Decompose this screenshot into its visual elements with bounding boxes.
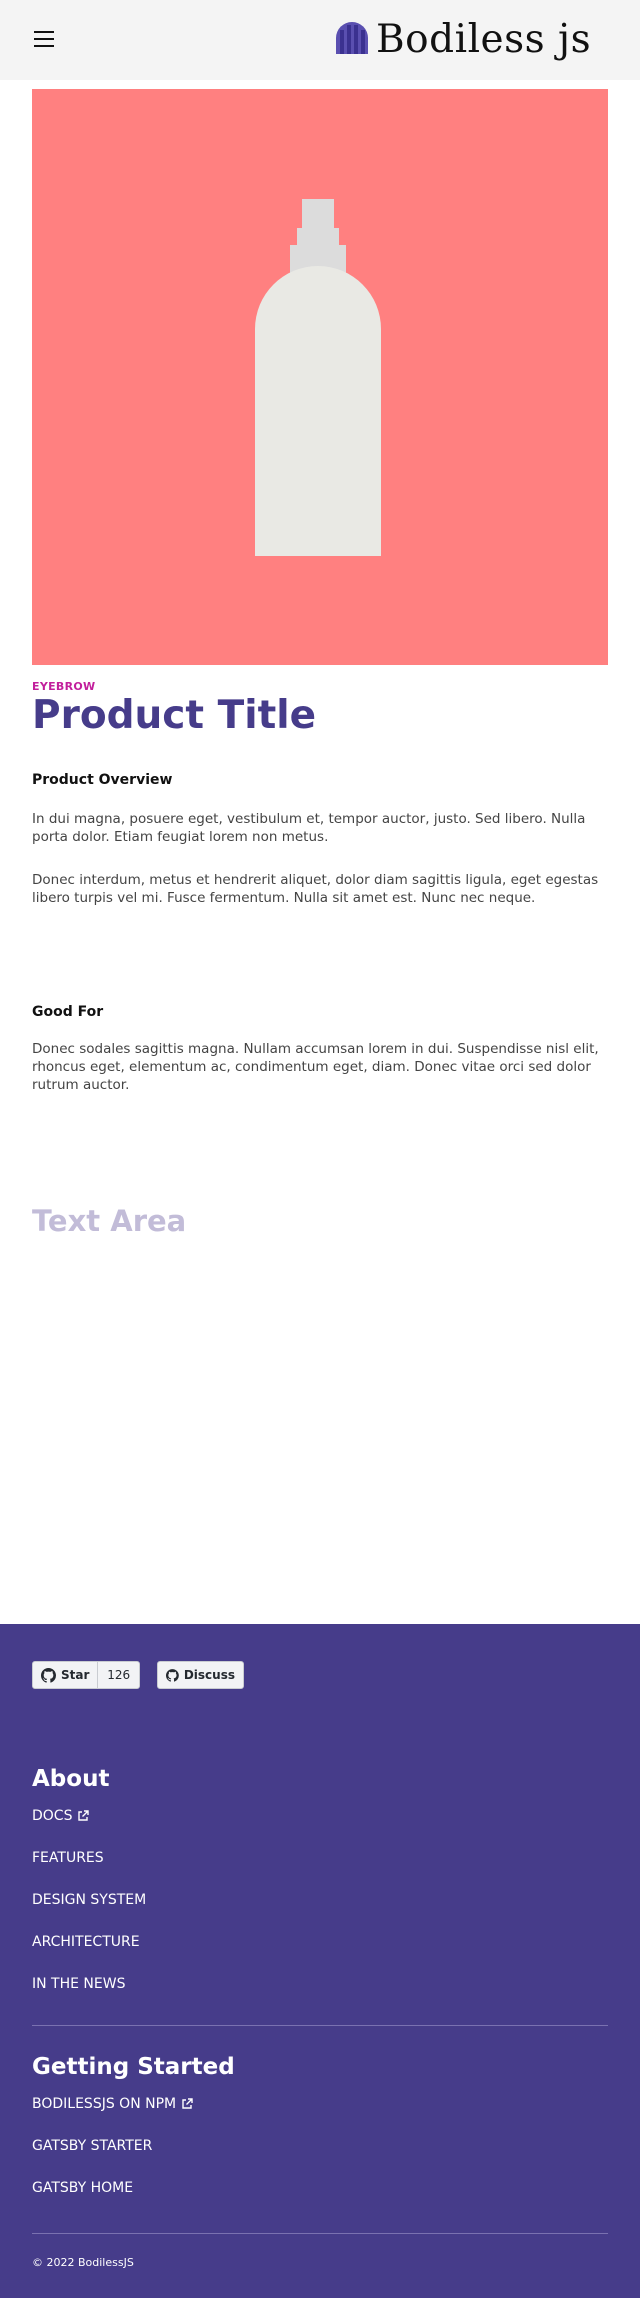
good-for-paragraph: Donec sodales sagittis magna. Nullam acc… <box>32 1041 599 1093</box>
footer-divider <box>32 2025 608 2026</box>
site-header: Bodiless js <box>0 0 640 80</box>
product-eyebrow: EYEBROW <box>32 680 96 693</box>
footer-about-heading: About <box>32 1766 110 1792</box>
footer-link-design-system[interactable]: DESIGN SYSTEM <box>32 1892 146 1908</box>
footer-link-in-the-news[interactable]: IN THE NEWS <box>32 1976 125 1992</box>
footer-link-bodilessjs-npm[interactable]: BODILESSJS ON NPM <box>32 2096 193 2112</box>
github-star-label: Star <box>61 1668 90 1682</box>
footer-getting-started-heading: Getting Started <box>32 2054 235 2080</box>
github-star-button[interactable]: Star 126 <box>32 1661 140 1689</box>
brand-logo-link[interactable]: Bodiless js <box>334 14 591 64</box>
github-icon <box>41 1667 56 1683</box>
footer-link-features[interactable]: FEATURES <box>32 1850 104 1866</box>
footer-link-label: DOCS <box>32 1808 73 1824</box>
spray-bottle-image <box>255 199 381 556</box>
footer-divider <box>32 2233 608 2234</box>
hamburger-menu-icon[interactable] <box>34 28 54 50</box>
copyright-text: © 2022 BodilessJS <box>32 2256 134 2269</box>
footer-link-architecture[interactable]: ARCHITECTURE <box>32 1934 140 1950</box>
footer-link-gatsby-starter[interactable]: GATSBY STARTER <box>32 2138 152 2154</box>
good-for-heading: Good For <box>32 1004 104 1020</box>
product-hero-image <box>32 89 608 665</box>
product-title: Product Title <box>32 693 317 738</box>
github-icon <box>166 1668 179 1682</box>
github-star-count[interactable]: 126 <box>98 1668 139 1682</box>
brand-name: Bodiless js <box>376 16 592 62</box>
bodiless-logo-icon <box>336 22 368 54</box>
text-area-placeholder[interactable]: Text Area <box>32 1204 186 1238</box>
external-link-icon <box>78 1810 90 1821</box>
external-link-icon <box>182 2098 193 2109</box>
site-footer: Star 126 Discuss About DOCS FEATURES DES… <box>0 1624 640 2298</box>
footer-link-label: BODILESSJS ON NPM <box>32 2096 177 2112</box>
overview-heading: Product Overview <box>32 772 173 788</box>
footer-link-gatsby-home[interactable]: GATSBY HOME <box>32 2180 133 2196</box>
footer-link-docs[interactable]: DOCS <box>32 1808 90 1824</box>
overview-paragraph-2: Donec interdum, metus et hendrerit aliqu… <box>32 872 599 906</box>
github-discuss-label: Discuss <box>183 1668 235 1682</box>
overview-paragraph-1: In dui magna, posuere eget, vestibulum e… <box>32 811 586 845</box>
github-discuss-button[interactable]: Discuss <box>157 1661 244 1689</box>
